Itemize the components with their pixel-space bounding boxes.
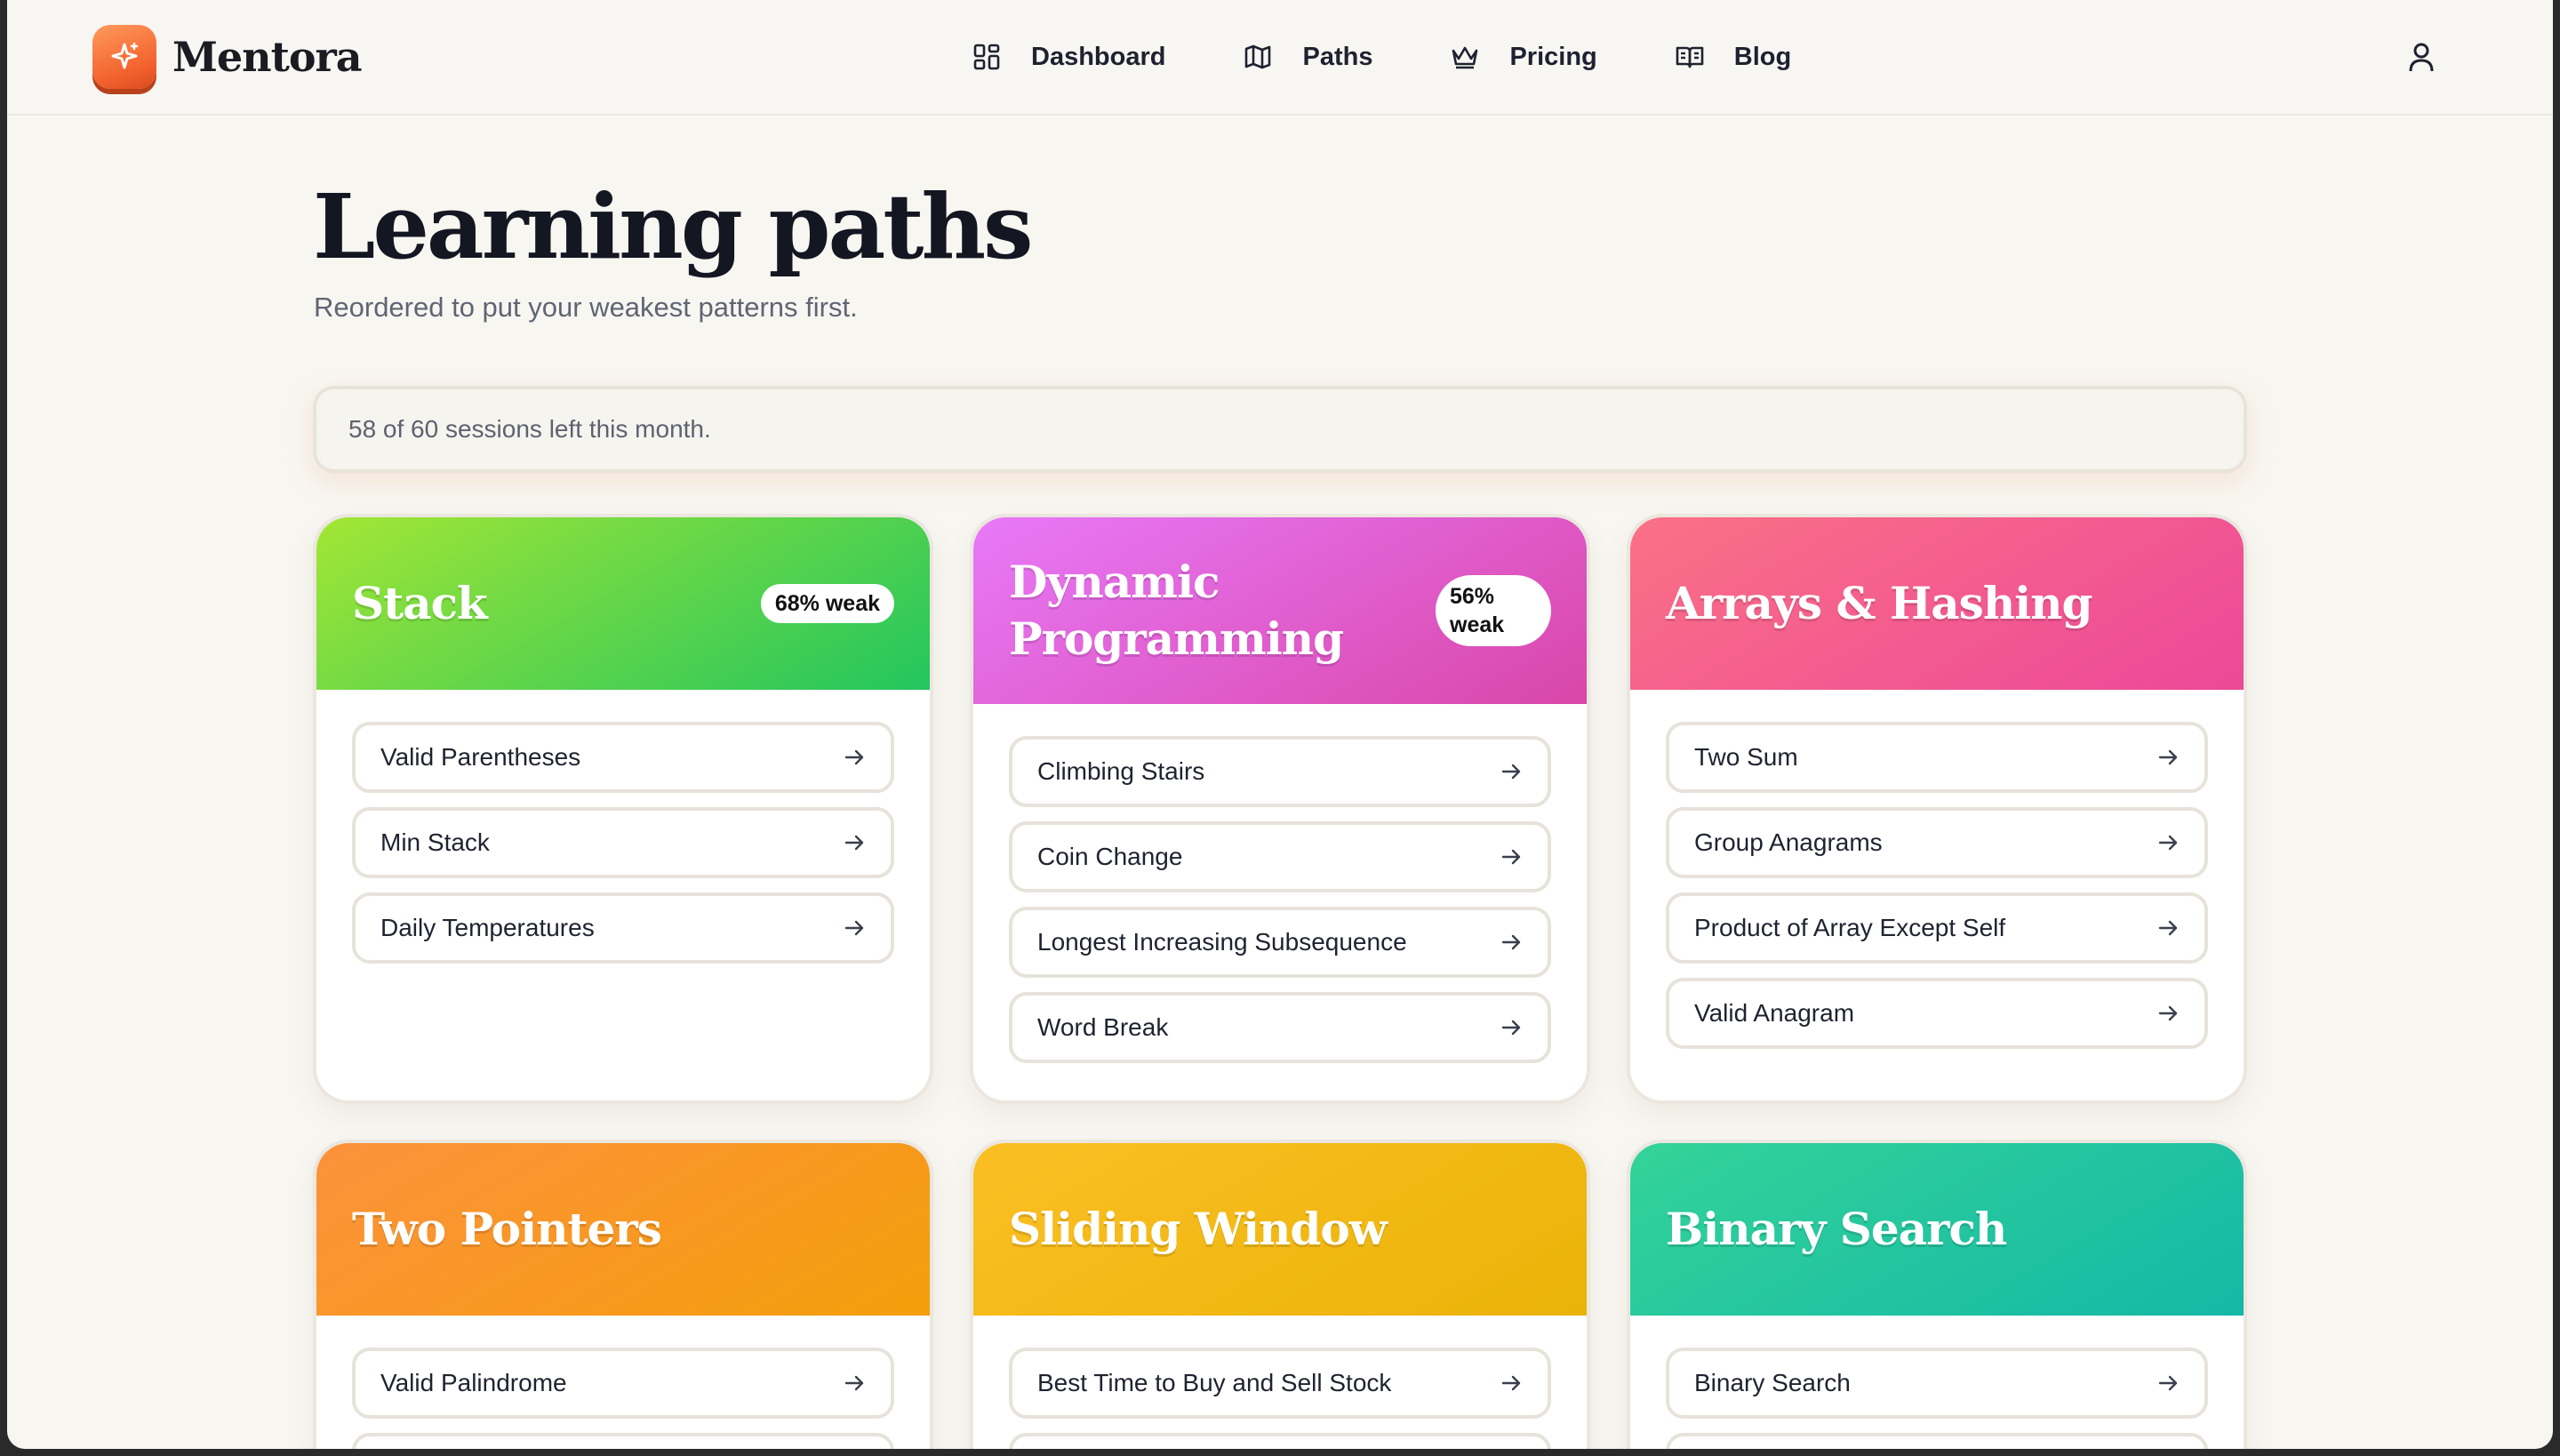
problem-item[interactable]: Two Sum — [1666, 722, 2208, 793]
grid-icon — [973, 44, 1000, 70]
problem-item[interactable]: Best Time to Buy and Sell Stock — [1009, 1348, 1551, 1419]
problem-list: Best Time to Buy and Sell Stock — [973, 1316, 1587, 1449]
problem-list: Valid Parentheses Min Stack Daily Temper… — [316, 690, 930, 964]
path-card-stack[interactable]: Stack 68% weak Valid Parentheses Min Sta… — [313, 514, 933, 1104]
nav-item-pricing[interactable]: Pricing — [1451, 34, 1597, 80]
problem-item[interactable]: Valid Palindrome — [352, 1348, 894, 1419]
path-card-sliding-window[interactable]: Sliding Window Best Time to Buy and Sell… — [970, 1140, 1590, 1449]
arrow-right-icon — [844, 920, 864, 936]
top-nav-bar: Mentora Dashboard Paths Pricing Blog — [7, 0, 2553, 116]
arrow-right-icon — [1501, 1375, 1521, 1391]
problem-label: Product of Array Except Self — [1694, 914, 2006, 941]
card-title: Arrays & Hashing — [1666, 577, 2092, 629]
problem-label: Valid Parentheses — [380, 743, 581, 771]
arrow-right-icon — [2158, 749, 2178, 765]
problem-label: Min Stack — [380, 828, 490, 856]
card-header: Binary Search — [1630, 1143, 2244, 1316]
problem-label: Group Anagrams — [1694, 828, 1883, 856]
problem-list: Climbing Stairs Coin Change Longest Incr… — [973, 704, 1587, 1063]
arrow-right-icon — [2158, 1005, 2178, 1021]
problem-label: Binary Search — [1694, 1369, 1851, 1396]
problem-item[interactable] — [352, 1433, 894, 1449]
nav-item-blog[interactable]: Blog — [1676, 34, 1791, 80]
card-title: Stack — [352, 577, 488, 629]
nav-label-pricing: Pricing — [1509, 42, 1597, 71]
nav-item-dashboard[interactable]: Dashboard — [972, 34, 1165, 80]
weakness-badge: 56% weak — [1436, 575, 1551, 646]
path-card-dynamic-programming[interactable]: Dynamic Programming 56% weak Climbing Sta… — [970, 514, 1590, 1104]
problem-item[interactable]: Binary Search — [1666, 1348, 2208, 1419]
arrow-right-icon — [844, 749, 864, 765]
app-window: Mentora Dashboard Paths Pricing Blog Lea… — [7, 0, 2553, 1449]
badge-line: weak — [1450, 612, 1505, 637]
card-title: Binary Search — [1666, 1203, 2007, 1255]
path-card-two-pointers[interactable]: Two Pointers Valid Palindrome — [313, 1140, 933, 1449]
nav-label-paths: Paths — [1302, 42, 1373, 71]
problem-list: Valid Palindrome — [316, 1316, 930, 1449]
weakness-badge: 68% weak — [760, 584, 894, 623]
brand-name: Mentora — [172, 33, 363, 81]
problem-item[interactable]: Daily Temperatures — [352, 892, 894, 964]
problem-label: Longest Increasing Subsequence — [1037, 928, 1407, 956]
problem-label: Word Break — [1037, 1013, 1169, 1041]
problem-item[interactable]: Climbing Stairs — [1009, 736, 1551, 807]
session-quota-text: 58 of 60 sessions left this month. — [348, 415, 711, 443]
card-header: Sliding Window — [973, 1143, 1587, 1316]
problem-item[interactable]: Coin Change — [1009, 821, 1551, 892]
arrow-right-icon — [1501, 764, 1521, 780]
problem-item[interactable] — [1009, 1433, 1551, 1449]
map-icon — [1245, 44, 1271, 69]
main-nav: Dashboard Paths Pricing Blog — [972, 34, 1869, 80]
problem-item[interactable]: Word Break — [1009, 992, 1551, 1063]
card-header: Stack 68% weak — [316, 517, 930, 690]
arrow-right-icon — [2158, 1375, 2178, 1391]
card-title: Two Pointers — [352, 1203, 662, 1255]
arrow-right-icon — [1501, 934, 1521, 950]
path-card-binary-search[interactable]: Binary Search Binary Search — [1627, 1140, 2247, 1449]
problem-item[interactable] — [1666, 1433, 2208, 1449]
card-header: Dynamic Programming 56% weak — [973, 517, 1587, 704]
nav-item-paths[interactable]: Paths — [1244, 34, 1372, 80]
user-account-button[interactable] — [2404, 39, 2439, 75]
problem-list: Two Sum Group Anagrams Product of Array … — [1630, 690, 2244, 1049]
arrow-right-icon — [844, 1375, 864, 1391]
crown-icon — [1452, 46, 1478, 69]
session-quota-banner: 58 of 60 sessions left this month. — [313, 386, 2247, 473]
problem-label: Valid Anagram — [1694, 999, 1855, 1027]
page-title: Learning paths — [313, 174, 1033, 279]
problem-label: Best Time to Buy and Sell Stock — [1037, 1369, 1392, 1396]
problem-item[interactable]: Longest Increasing Subsequence — [1009, 907, 1551, 978]
arrow-right-icon — [844, 835, 864, 851]
card-header: Two Pointers — [316, 1143, 930, 1316]
card-header: Arrays & Hashing — [1630, 517, 2244, 690]
arrow-right-icon — [1501, 849, 1521, 865]
card-title: Dynamic Programming — [1009, 556, 1344, 665]
problem-item[interactable]: Group Anagrams — [1666, 807, 2208, 878]
page-subtitle: Reordered to put your weakest patterns f… — [314, 292, 858, 323]
nav-label-dashboard: Dashboard — [1031, 42, 1166, 71]
card-title: Sliding Window — [1009, 1203, 1388, 1255]
sparkle-icon — [92, 25, 156, 89]
problem-item[interactable]: Valid Anagram — [1666, 978, 2208, 1049]
problem-label: Daily Temperatures — [380, 914, 595, 941]
arrow-right-icon — [2158, 920, 2178, 936]
problem-label: Valid Palindrome — [380, 1369, 567, 1396]
brand-logo[interactable]: Mentora — [92, 25, 363, 89]
user-icon — [2409, 43, 2434, 72]
problem-list: Binary Search — [1630, 1316, 2244, 1449]
path-card-arrays-hashing[interactable]: Arrays & Hashing Two Sum Group Anagrams … — [1627, 514, 2247, 1104]
book-icon — [1676, 46, 1704, 68]
problem-label: Two Sum — [1694, 743, 1798, 771]
problem-label: Coin Change — [1037, 843, 1183, 870]
problem-item[interactable]: Product of Array Except Self — [1666, 892, 2208, 964]
nav-label-blog: Blog — [1733, 42, 1792, 71]
problem-label: Climbing Stairs — [1037, 757, 1205, 785]
arrow-right-icon — [2158, 835, 2178, 851]
problem-item[interactable]: Valid Parentheses — [352, 722, 894, 793]
arrow-right-icon — [1501, 1020, 1521, 1036]
badge-line: 56% — [1450, 584, 1495, 609]
problem-item[interactable]: Min Stack — [352, 807, 894, 878]
